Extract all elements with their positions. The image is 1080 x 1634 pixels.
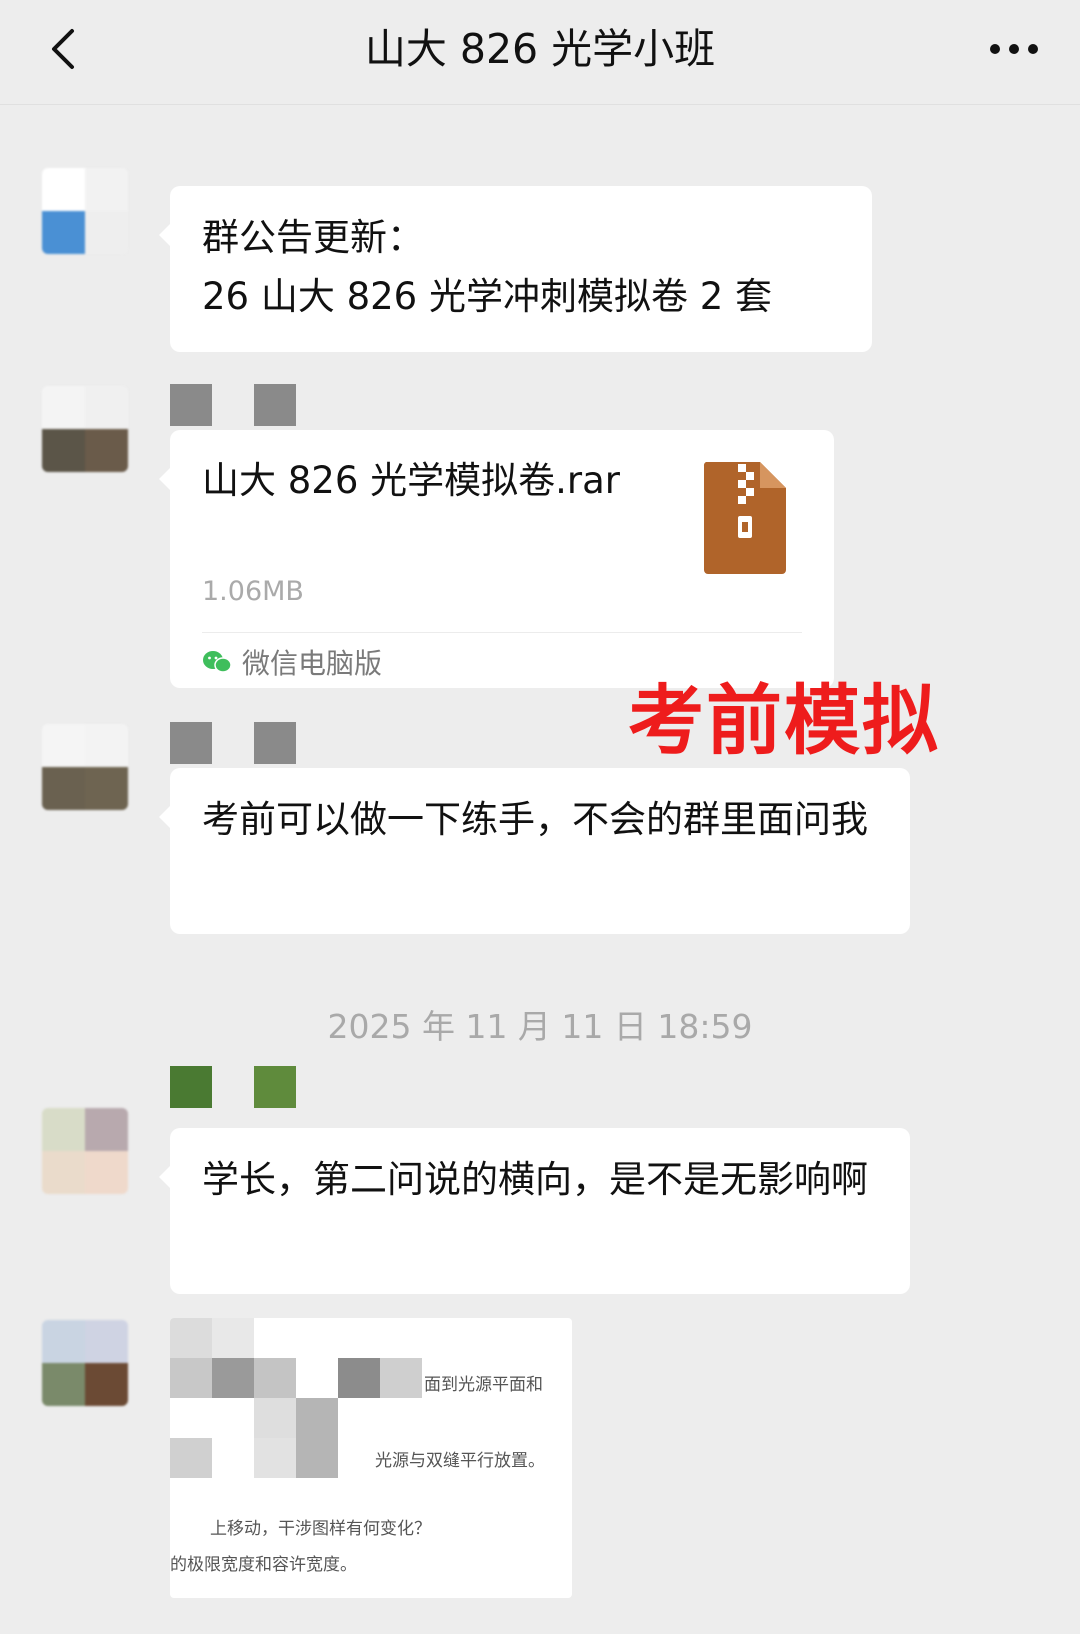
file-size: 1.06MB: [202, 576, 304, 607]
mosaic-block: [170, 1358, 212, 1398]
mosaic-block: [254, 1398, 296, 1438]
avatar[interactable]: [42, 168, 128, 254]
mosaic-block: [170, 1438, 212, 1478]
message-bubble[interactable]: 考前可以做一下练手，不会的群里面问我: [159, 768, 910, 934]
file-message[interactable]: 山大 826 光学模拟卷.rar 1.06MB 微信电脑版: [159, 430, 834, 688]
mosaic-block: [212, 1318, 254, 1358]
sender-nickname: [170, 1066, 296, 1108]
mosaic-block: [212, 1358, 254, 1398]
sender-nickname: [170, 384, 296, 426]
chat-title: 山大 826 光学小班: [364, 25, 716, 73]
mosaic-block: [254, 1358, 296, 1398]
mosaic-block: [380, 1358, 422, 1398]
message-text: 考前可以做一下练手，不会的群里面问我: [202, 798, 868, 841]
file-name: 山大 826 光学模拟卷.rar: [202, 459, 621, 502]
image-text-line: 的极限宽度和容许宽度。: [170, 1555, 357, 1575]
file-source-label: 微信电脑版: [242, 647, 383, 680]
image-text-line: 面到光源平面和: [424, 1375, 543, 1395]
message-bubble[interactable]: 学长，第二问说的横向，是不是无影响啊: [159, 1128, 910, 1294]
avatar[interactable]: [42, 386, 128, 472]
timestamp: 2025 年 11 月 11 日 18:59: [327, 1007, 753, 1046]
image-message[interactable]: 面到光源平面和 光源与双缝平行放置。 上移动，干涉图样有何变化？ 的极限宽度和容…: [170, 1318, 572, 1598]
avatar[interactable]: [42, 724, 128, 810]
image-text-line: 上移动，干涉图样有何变化？: [210, 1519, 431, 1539]
image-text-line: 光源与双缝平行放置。: [375, 1451, 545, 1471]
message-text: 群公告更新： 26 山大 826 光学冲刺模拟卷 2 套: [170, 186, 872, 348]
overlay-label: 考前模拟: [628, 676, 940, 765]
message-text-line: 26 山大 826 光学冲刺模拟卷 2 套: [202, 275, 773, 318]
chevron-left-icon: [52, 29, 74, 69]
message-bubble[interactable]: 群公告更新： 26 山大 826 光学冲刺模拟卷 2 套: [159, 186, 872, 352]
navigation-bar: 山大 826 光学小班: [0, 0, 1080, 105]
mosaic-block: [170, 1318, 212, 1358]
message-text-line: 群公告更新：: [202, 216, 424, 259]
avatar[interactable]: [42, 1320, 128, 1406]
sender-nickname: [170, 722, 296, 764]
back-button[interactable]: [38, 24, 88, 74]
rar-archive-icon: [703, 462, 786, 574]
divider: [202, 632, 802, 633]
more-button[interactable]: [984, 24, 1044, 74]
mosaic-block: [254, 1438, 296, 1478]
mosaic-block: [296, 1398, 338, 1478]
more-dots-icon: [990, 44, 1038, 54]
avatar[interactable]: [42, 1108, 128, 1194]
file-source: 微信电脑版: [202, 642, 382, 682]
message-text: 学长，第二问说的横向，是不是无影响啊: [202, 1158, 868, 1201]
wechat-icon: [203, 651, 232, 673]
mosaic-block: [338, 1358, 380, 1398]
